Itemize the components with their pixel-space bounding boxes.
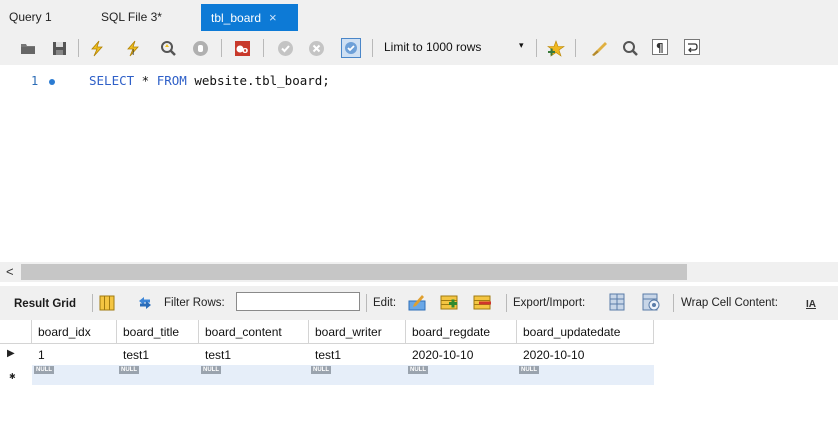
column-header[interactable]: board_title bbox=[117, 320, 199, 344]
editor-horizontal-scrollbar[interactable]: < bbox=[0, 262, 838, 282]
cell-board-title[interactable]: test1 bbox=[117, 346, 149, 364]
tab-query-1[interactable]: Query 1 bbox=[9, 4, 52, 31]
toolbar-divider bbox=[366, 294, 367, 312]
table-row[interactable]: NULL NULL NULL NULL NULL NULL bbox=[32, 365, 654, 385]
statement-marker-icon bbox=[49, 79, 55, 85]
toolbar-divider bbox=[78, 39, 79, 57]
toolbar-divider bbox=[536, 39, 537, 57]
column-header[interactable]: board_writer bbox=[309, 320, 406, 344]
column-header[interactable]: board_regdate bbox=[406, 320, 517, 344]
add-row-icon[interactable] bbox=[440, 293, 458, 311]
rollback-icon[interactable] bbox=[307, 39, 325, 57]
refresh-icon[interactable] bbox=[136, 294, 154, 312]
beautify-icon[interactable] bbox=[590, 39, 608, 57]
null-badge[interactable]: NULL bbox=[408, 366, 428, 374]
filter-rows-label: Filter Rows: bbox=[164, 297, 225, 309]
stop-icon[interactable] bbox=[191, 39, 209, 57]
tab-label: tbl_board bbox=[211, 11, 262, 25]
column-header[interactable]: board_idx bbox=[32, 320, 117, 344]
svg-text:I: I bbox=[132, 48, 134, 57]
cell-board-writer[interactable]: test1 bbox=[309, 346, 341, 364]
null-badge[interactable]: NULL bbox=[119, 366, 139, 374]
execute-current-icon[interactable]: I bbox=[124, 39, 142, 57]
column-header[interactable]: board_content bbox=[199, 320, 309, 344]
new-row-marker-icon: ✱ bbox=[9, 372, 16, 381]
toolbar-divider bbox=[372, 39, 373, 57]
sql-star: * bbox=[134, 73, 157, 88]
scrollbar-thumb[interactable] bbox=[21, 264, 687, 280]
chevron-down-icon[interactable]: ▾ bbox=[519, 40, 524, 51]
tab-bar: Query 1 SQL File 3* tbl_board × bbox=[0, 0, 838, 31]
export-icon[interactable] bbox=[609, 293, 627, 311]
delete-row-icon[interactable] bbox=[473, 293, 491, 311]
toolbar-divider bbox=[506, 294, 507, 312]
toggle-error-icon[interactable]: o bbox=[233, 39, 251, 57]
svg-text:o: o bbox=[242, 46, 248, 56]
null-badge[interactable]: NULL bbox=[519, 366, 539, 374]
find-icon[interactable] bbox=[621, 39, 639, 57]
toolbar-divider bbox=[263, 39, 264, 57]
null-badge[interactable]: NULL bbox=[311, 366, 331, 374]
wrap-cell-toggle-icon[interactable]: IA bbox=[802, 295, 820, 313]
close-icon[interactable]: × bbox=[269, 10, 277, 25]
toolbar-divider bbox=[575, 39, 576, 57]
null-badge[interactable]: NULL bbox=[34, 366, 54, 374]
cell-board-updatedate[interactable]: 2020-10-10 bbox=[517, 346, 584, 364]
cell-board-idx[interactable]: 1 bbox=[32, 346, 45, 364]
bookmark-star-icon[interactable] bbox=[547, 39, 565, 57]
keyword-from: FROM bbox=[156, 73, 187, 88]
autocommit-icon[interactable] bbox=[341, 38, 361, 58]
wrap-cell-content-label: Wrap Cell Content: bbox=[681, 297, 778, 309]
current-row-marker-icon: ▶ bbox=[7, 348, 15, 359]
edit-label: Edit: bbox=[373, 297, 397, 309]
toolbar-divider bbox=[92, 294, 93, 312]
sql-editor[interactable]: 1 SELECT * FROM website.tbl_board; bbox=[0, 65, 838, 261]
tab-sql-file-3[interactable]: SQL File 3* bbox=[101, 4, 162, 31]
keyword-select: SELECT bbox=[89, 73, 135, 88]
row-header-corner bbox=[0, 320, 32, 344]
commit-icon[interactable] bbox=[276, 39, 294, 57]
query-toolbar: I o Limit to 1000 rows ▾ ¶ bbox=[0, 31, 838, 65]
import-icon[interactable] bbox=[642, 293, 660, 311]
save-icon[interactable] bbox=[50, 39, 68, 57]
form-view-icon[interactable] bbox=[98, 294, 116, 312]
tab-tbl-board[interactable]: tbl_board × bbox=[201, 4, 298, 31]
null-badge[interactable]: NULL bbox=[201, 366, 221, 374]
export-import-label: Export/Import: bbox=[513, 297, 586, 309]
result-grid-tab[interactable]: Result Grid bbox=[8, 294, 80, 314]
line-number: 1 bbox=[31, 74, 39, 88]
explain-icon[interactable] bbox=[159, 39, 177, 57]
result-grid: board_idx board_title board_content boar… bbox=[0, 320, 838, 434]
column-header[interactable]: board_updatedate bbox=[517, 320, 654, 344]
svg-text:¶: ¶ bbox=[656, 41, 664, 53]
result-toolbar: Result Grid Filter Rows: Edit: Export/Im… bbox=[0, 286, 838, 321]
limit-rows-select[interactable]: Limit to 1000 rows bbox=[384, 40, 481, 54]
filter-rows-input[interactable] bbox=[236, 292, 360, 311]
execute-icon[interactable] bbox=[88, 39, 106, 57]
invisible-chars-icon[interactable]: ¶ bbox=[652, 39, 668, 55]
sql-code-line[interactable]: SELECT * FROM website.tbl_board; bbox=[89, 73, 330, 88]
edit-row-icon[interactable] bbox=[408, 293, 426, 311]
sql-table-ref: website.tbl_board; bbox=[186, 73, 330, 88]
table-row[interactable]: ▶ 1 test1 test1 test1 2020-10-10 2020-10… bbox=[0, 345, 654, 365]
scroll-left-arrow-icon[interactable]: < bbox=[6, 264, 14, 279]
cell-board-content[interactable]: test1 bbox=[199, 346, 231, 364]
toolbar-divider bbox=[221, 39, 222, 57]
toolbar-divider bbox=[673, 294, 674, 312]
wrap-icon[interactable] bbox=[684, 39, 700, 55]
folder-open-icon[interactable] bbox=[19, 39, 37, 57]
cell-board-regdate[interactable]: 2020-10-10 bbox=[406, 346, 473, 364]
